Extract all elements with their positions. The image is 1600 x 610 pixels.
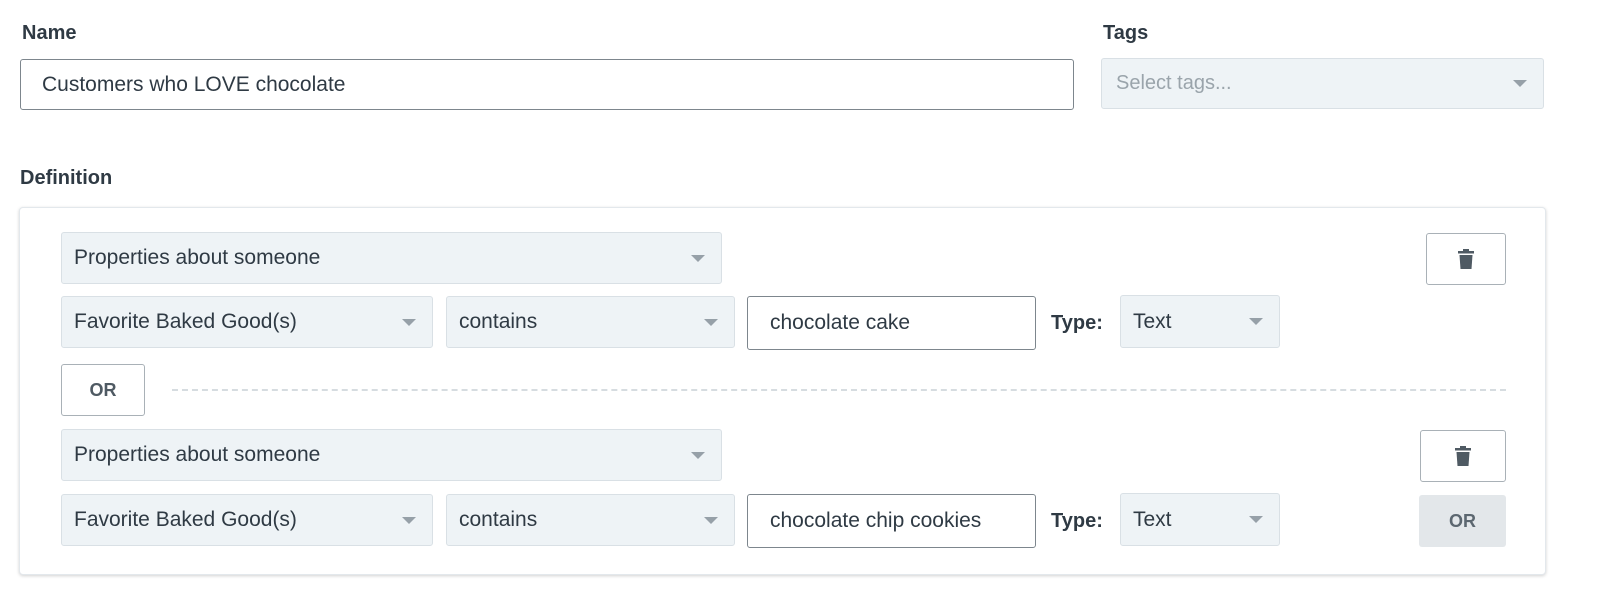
add-or-label: OR: [1449, 510, 1476, 531]
condition-1-value-input[interactable]: chocolate cake: [747, 296, 1036, 350]
condition-1-delete-button[interactable]: [1426, 233, 1506, 285]
name-input-value: Customers who LOVE chocolate: [42, 72, 346, 96]
or-separator-label: OR: [89, 379, 117, 400]
definition-label: Definition: [20, 167, 113, 189]
tags-label: Tags: [1103, 22, 1149, 44]
condition-1-operator-select[interactable]: contains: [446, 296, 735, 348]
condition-2-group-select[interactable]: Properties about someone: [61, 429, 722, 481]
caret-down-icon: [1249, 318, 1263, 325]
condition-2-operator-value: contains: [459, 508, 538, 531]
name-input[interactable]: Customers who LOVE chocolate: [20, 59, 1074, 110]
condition-2-type-select[interactable]: Text: [1120, 493, 1280, 546]
caret-down-icon: [402, 318, 416, 326]
condition-2-operator-select[interactable]: contains: [446, 494, 735, 546]
condition-1-property-select[interactable]: Favorite Baked Good(s): [61, 296, 433, 348]
or-separator-button[interactable]: OR: [61, 364, 145, 416]
condition-2-value-input[interactable]: chocolate chip cookies: [747, 494, 1036, 548]
condition-1-property-value: Favorite Baked Good(s): [74, 310, 297, 333]
condition-1-group-select[interactable]: Properties about someone: [61, 232, 722, 284]
condition-2-property-select[interactable]: Favorite Baked Good(s): [61, 494, 433, 546]
or-divider-line: [172, 389, 1506, 391]
trash-icon: [1458, 249, 1474, 269]
add-or-condition-button[interactable]: OR: [1419, 495, 1506, 547]
condition-2-group-value: Properties about someone: [74, 443, 321, 466]
caret-down-icon: [402, 516, 416, 524]
tags-select[interactable]: Select tags...: [1101, 58, 1544, 109]
condition-1-group-value: Properties about someone: [74, 246, 321, 269]
caret-down-icon: [1249, 516, 1263, 523]
caret-down-icon: [704, 516, 718, 524]
condition-2-property-value: Favorite Baked Good(s): [74, 508, 297, 531]
condition-1-value-text: chocolate cake: [770, 311, 911, 334]
trash-icon: [1455, 446, 1471, 466]
name-label: Name: [22, 22, 77, 44]
condition-2-delete-button[interactable]: [1420, 430, 1506, 482]
condition-1-operator-value: contains: [459, 310, 538, 333]
condition-2-value-text: chocolate chip cookies: [770, 509, 982, 532]
caret-down-icon: [691, 254, 705, 262]
condition-1-type-select[interactable]: Text: [1120, 295, 1280, 348]
condition-2-type-value: Text: [1133, 507, 1172, 531]
condition-2-type-label: Type:: [1051, 510, 1103, 532]
caret-down-icon: [1513, 80, 1527, 87]
condition-1-type-value: Text: [1133, 309, 1172, 333]
condition-1-type-label: Type:: [1051, 312, 1103, 334]
tags-placeholder: Select tags...: [1116, 72, 1232, 94]
caret-down-icon: [704, 318, 718, 326]
caret-down-icon: [691, 451, 705, 459]
